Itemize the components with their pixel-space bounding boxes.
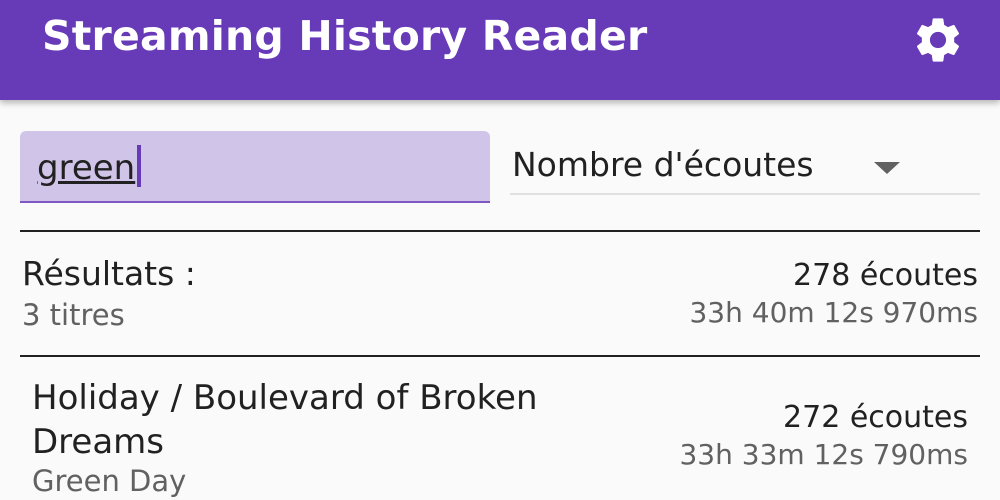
summary-play-count: 278 écoutes: [793, 258, 978, 293]
app-bar: Streaming History Reader: [0, 0, 1000, 100]
sort-dropdown[interactable]: Nombre d'écoutes: [510, 135, 980, 195]
chevron-down-icon: [874, 162, 900, 174]
track-play-count: 272 écoutes: [783, 400, 968, 435]
app-title: Streaming History Reader: [42, 12, 648, 60]
divider: [20, 230, 980, 232]
track-title: Holiday / Boulevard of Broken Dreams: [32, 378, 538, 462]
search-input[interactable]: green: [37, 145, 142, 188]
summary-title: Résultats :: [22, 254, 196, 293]
track-duration: 33h 33m 12s 790ms: [679, 438, 968, 471]
track-artist: Green Day: [32, 464, 187, 498]
text-caret: [137, 145, 142, 187]
divider: [20, 355, 980, 357]
list-item[interactable]: Holiday / Boulevard of Broken Dreams Gre…: [0, 360, 1000, 500]
search-field[interactable]: green: [20, 131, 490, 203]
summary-duration: 33h 40m 12s 970ms: [689, 296, 978, 329]
settings-button[interactable]: [906, 10, 970, 70]
sort-selected-value: Nombre d'écoutes: [512, 145, 814, 184]
search-input-value: green: [37, 148, 136, 188]
summary-track-count: 3 titres: [22, 298, 125, 332]
gear-icon: [916, 18, 960, 62]
